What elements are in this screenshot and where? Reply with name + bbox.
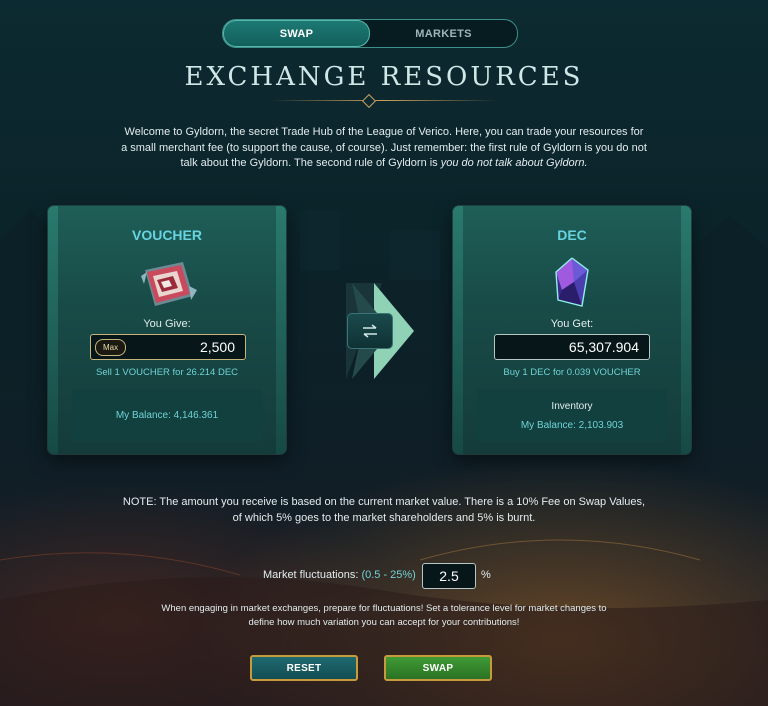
max-button[interactable]: Max [95, 339, 127, 356]
market-fluctuation-row: Market fluctuations: (0.5 - 25%) 2.5 % [0, 563, 768, 589]
title-divider [270, 100, 498, 101]
inventory-label: Inventory [551, 401, 593, 412]
page-title: EXCHANGE RESOURCES [184, 62, 584, 92]
tab-swap[interactable]: SWAP [223, 20, 370, 47]
fluctuation-value: 2.5 [439, 568, 459, 584]
give-balance-box: My Balance: 4,146.361 [72, 389, 262, 441]
give-amount-value: 2,500 [199, 339, 235, 355]
you-give-label: You Give: [143, 318, 191, 330]
give-card: VOUCHER You Give: Max 2,500 Sell 1 VOUCH… [48, 206, 286, 454]
buy-rate: Buy 1 DEC for 0.039 VOUCHER [503, 367, 641, 378]
fee-note: NOTE: The amount you receive is based on… [122, 496, 646, 524]
give-amount-input[interactable]: Max 2,500 [90, 334, 246, 360]
fluctuation-range: (0.5 - 25%) [361, 569, 416, 581]
get-card: DEC You Get: 65,307.904 Buy 1 DEC for 0.… [453, 206, 691, 454]
swap-arrows-icon [363, 324, 377, 338]
tab-bar: SWAP MARKETS [222, 19, 518, 48]
dec-crystal-icon [453, 256, 691, 312]
swap-direction-button[interactable] [347, 313, 393, 349]
intro-italic: you do not talk about Gyldorn. [440, 157, 588, 169]
fluctuation-warning: When engaging in market exchanges, prepa… [161, 603, 607, 628]
give-balance: My Balance: 4,146.361 [115, 410, 219, 421]
get-amount-output: 65,307.904 [494, 334, 650, 360]
get-resource-title: DEC [557, 227, 587, 243]
reset-button[interactable]: RESET [250, 655, 358, 681]
get-amount-value: 65,307.904 [568, 339, 639, 355]
give-resource-title: VOUCHER [131, 227, 202, 243]
fluctuation-label: Market fluctuations: (0.5 - 25%) [263, 569, 416, 581]
intro-text: Welcome to Gyldorn, the secret Trade Hub… [120, 125, 648, 172]
you-get-label: You Get: [550, 318, 594, 330]
title-ornament [361, 93, 377, 109]
get-balance: My Balance: 2,103.903 [520, 420, 624, 431]
voucher-icon [48, 256, 286, 312]
tab-markets[interactable]: MARKETS [370, 20, 517, 47]
swap-button[interactable]: SWAP [384, 655, 492, 681]
fluctuation-label-text: Market fluctuations: [263, 569, 359, 581]
fluctuation-input[interactable]: 2.5 [422, 563, 476, 589]
sell-rate: Sell 1 VOUCHER for 26.214 DEC [95, 367, 239, 378]
fluctuation-unit: % [481, 569, 491, 581]
get-balance-box: Inventory My Balance: 2,103.903 [477, 389, 667, 441]
